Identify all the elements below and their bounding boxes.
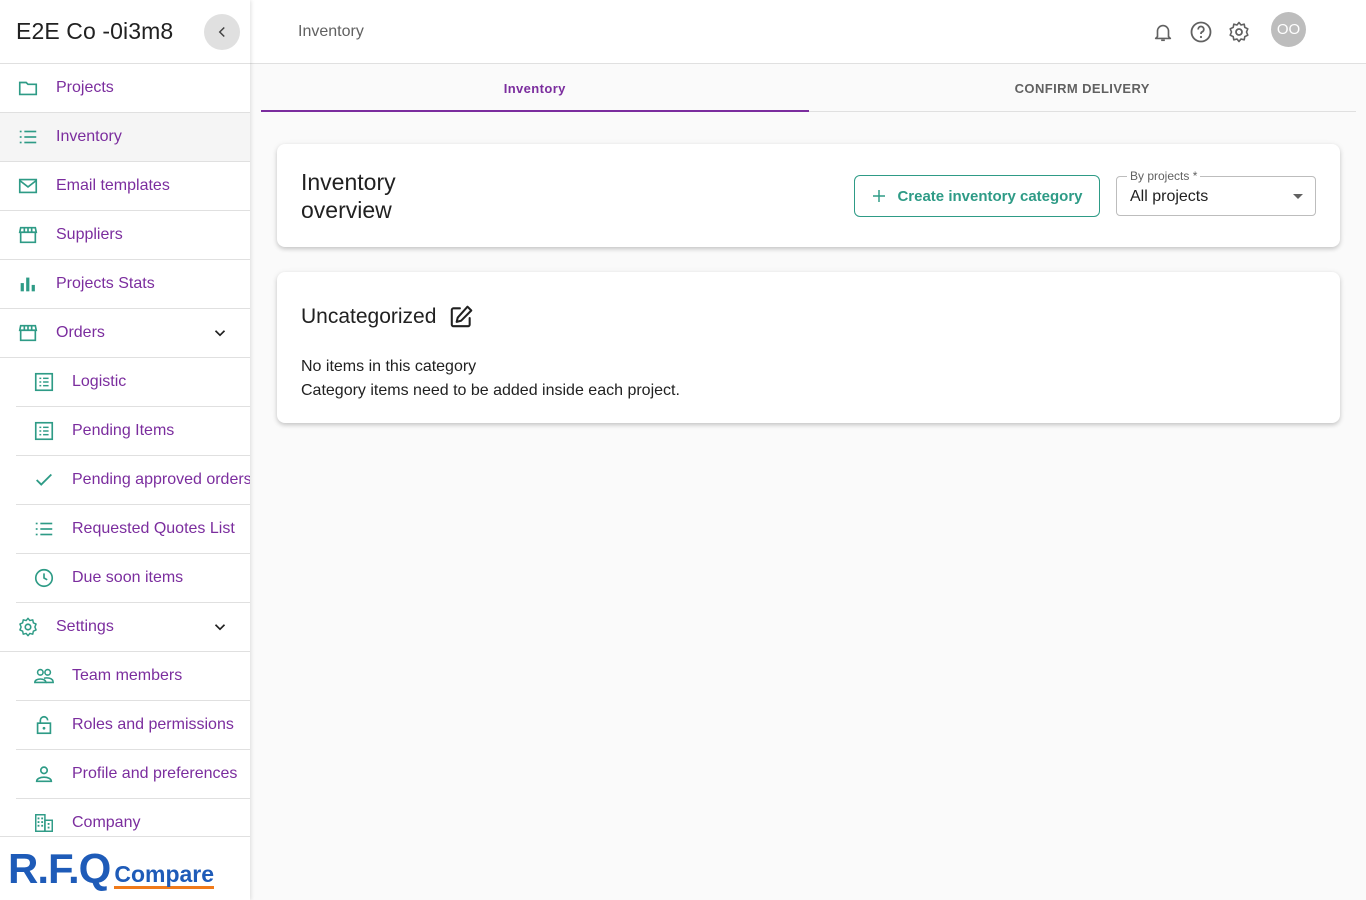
lock-icon — [32, 713, 56, 737]
avatar[interactable]: OO — [1271, 11, 1306, 47]
empty-category-message: No items in this category Category items… — [301, 355, 680, 403]
sidebar-item-logistic[interactable]: Logistic — [16, 358, 250, 407]
sidebar-item-email-templates[interactable]: Email templates — [0, 162, 250, 211]
sidebar-item-settings[interactable]: Settings — [0, 603, 250, 652]
sidebar-item-pending-approved-orders[interactable]: Pending approved orders — [16, 456, 250, 505]
list-alt-icon — [32, 419, 56, 443]
sidebar-item-label: Inventory — [56, 128, 122, 145]
check-icon — [32, 468, 56, 492]
create-inventory-category-button[interactable]: Create inventory category — [854, 175, 1100, 217]
tab-bar: Inventory CONFIRM DELIVERY — [261, 65, 1356, 112]
empty-line-2: Category items need to be added inside e… — [301, 382, 680, 399]
dropdown-arrow-icon — [1293, 194, 1303, 199]
chevron-left-icon — [218, 26, 225, 37]
sidebar-item-requested-quotes-list[interactable]: Requested Quotes List — [16, 505, 250, 554]
category-name: Uncategorized — [301, 305, 437, 328]
folder-icon — [16, 76, 40, 100]
plus-icon — [873, 190, 886, 202]
chevron-down-icon[interactable] — [208, 615, 232, 639]
sidebar-item-label: Due soon items — [72, 569, 184, 586]
sidebar-item-label: Pending approved orders — [72, 471, 250, 488]
breadcrumb: Inventory — [298, 22, 364, 40]
sidebar-item-label: Roles and permissions — [72, 716, 234, 733]
logo-rfq-text: R.F.Q — [8, 844, 111, 892]
tab-confirm-delivery[interactable]: CONFIRM DELIVERY — [809, 65, 1357, 111]
person-icon — [32, 762, 56, 786]
sidebar-item-label: Pending Items — [72, 422, 175, 439]
category-card: Uncategorized No items in this category … — [277, 272, 1340, 423]
sidebar-item-label: Orders — [56, 324, 105, 341]
chevron-down-icon[interactable] — [208, 321, 232, 345]
empty-line-1: No items in this category — [301, 358, 477, 375]
sidebar: E2E Co -0i3m8 Projects Inventory Email t… — [0, 0, 250, 900]
sidebar-item-pending-items[interactable]: Pending Items — [16, 407, 250, 456]
gear-icon[interactable] — [1227, 12, 1251, 52]
sidebar-item-inventory[interactable]: Inventory — [0, 113, 250, 162]
collapse-sidebar-button[interactable] — [204, 13, 240, 50]
help-icon[interactable] — [1189, 12, 1213, 52]
category-header: Uncategorized — [301, 304, 474, 330]
projects-filter-select[interactable]: By projects * All projects — [1116, 169, 1316, 216]
sidebar-item-team-members[interactable]: Team members — [16, 652, 250, 701]
sidebar-item-projects-stats[interactable]: Projects Stats — [0, 260, 250, 309]
sidebar-item-orders[interactable]: Orders — [0, 309, 250, 358]
sidebar-item-suppliers[interactable]: Suppliers — [0, 211, 250, 260]
list-icon — [16, 125, 40, 149]
sidebar-item-due-soon-items[interactable]: Due soon items — [16, 554, 250, 603]
sidebar-item-label: Settings — [56, 618, 114, 635]
sidebar-item-label: Logistic — [72, 373, 127, 390]
bell-icon[interactable] — [1151, 12, 1175, 52]
list-icon — [32, 517, 56, 541]
sidebar-item-label: Email templates — [56, 177, 170, 194]
store-icon — [16, 321, 40, 345]
top-bar: Inventory OO — [250, 0, 1366, 64]
sidebar-item-roles-and-permissions[interactable]: Roles and permissions — [16, 701, 250, 750]
store-icon — [16, 223, 40, 247]
company-name: E2E Co -0i3m8 — [16, 18, 174, 44]
sidebar-item-label: Suppliers — [56, 226, 123, 243]
select-value: All projects — [1130, 188, 1209, 205]
gear-icon — [16, 615, 40, 639]
bar-chart-icon — [16, 272, 40, 296]
inventory-overview-card: Inventory overview Create inventory cate… — [277, 144, 1340, 247]
sidebar-item-label: Projects — [56, 79, 114, 96]
clock-icon — [32, 566, 56, 590]
sidebar-item-projects[interactable]: Projects — [0, 64, 250, 113]
building-icon — [32, 811, 56, 835]
people-icon — [32, 664, 56, 688]
select-label: By projects * — [1127, 169, 1201, 183]
sidebar-item-label: Profile and preferences — [72, 765, 238, 782]
logo-compare-text: Compare — [114, 860, 215, 889]
sidebar-item-label: Company — [72, 814, 141, 831]
sidebar-item-profile-and-preferences[interactable]: Profile and preferences — [16, 750, 250, 799]
list-alt-icon — [32, 370, 56, 394]
edit-icon[interactable] — [448, 304, 474, 330]
sidebar-item-label: Projects Stats — [56, 275, 155, 292]
create-button-label: Create inventory category — [897, 187, 1083, 205]
sidebar-header: E2E Co -0i3m8 — [0, 0, 250, 64]
rfq-compare-logo: R.F.Q Compare — [0, 836, 250, 900]
tab-inventory[interactable]: Inventory — [261, 65, 809, 112]
sidebar-item-label: Team members — [72, 667, 183, 684]
mail-icon — [16, 174, 40, 198]
sidebar-item-label: Requested Quotes List — [72, 520, 235, 537]
top-actions: OO — [1151, 11, 1306, 52]
page-title: Inventory overview — [301, 169, 396, 223]
